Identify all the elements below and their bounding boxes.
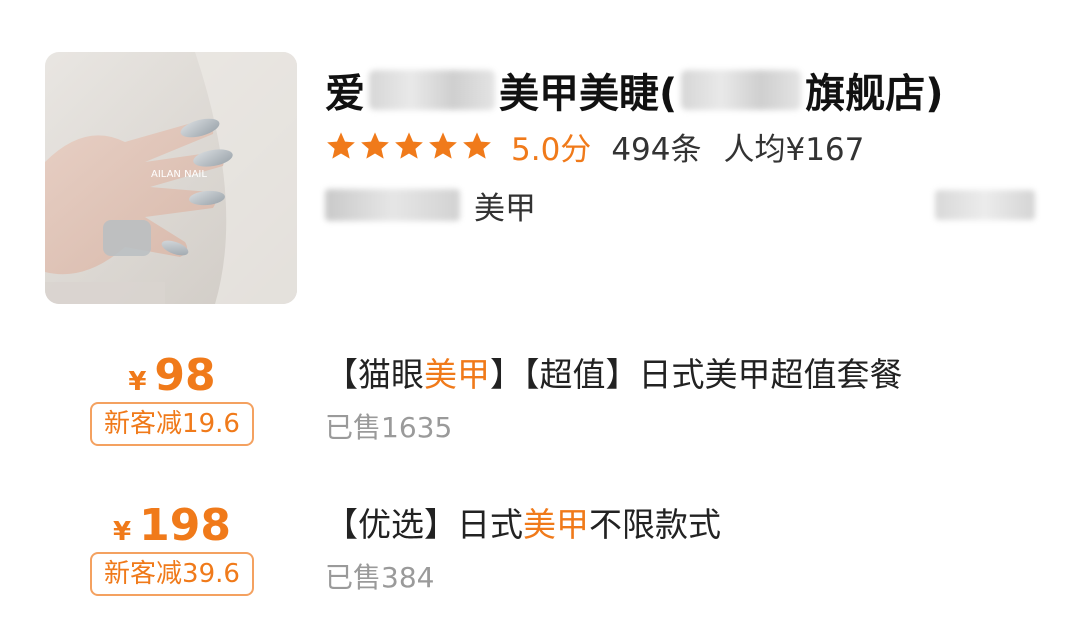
deal-price: ¥ 198 <box>88 500 256 551</box>
redacted-text <box>369 70 495 110</box>
redacted-text <box>681 70 802 110</box>
deal-title[interactable]: 【优选】日式美甲不限款式 <box>325 502 721 548</box>
deal-title-prefix: 【优选】日式 <box>325 505 523 544</box>
rating-score: 5.0分 <box>511 131 592 168</box>
new-customer-discount-badge: 新客减19.6 <box>90 402 254 446</box>
shop-thumbnail[interactable]: AILAN NAIL <box>45 52 297 304</box>
star-icon <box>429 132 457 159</box>
price-amount: 98 <box>154 350 216 401</box>
redacted-distance <box>935 190 1035 220</box>
shop-name-start: 爱 <box>325 71 365 117</box>
currency-symbol: ¥ <box>113 517 132 547</box>
deal-item[interactable]: ¥ 98 新客减19.6 【猫眼美甲】【超值】日式美甲超值套餐 已售1635 <box>0 350 1080 460</box>
deal-title-prefix: 【猫眼 <box>325 355 424 394</box>
location-row: 美甲 <box>325 182 536 228</box>
sold-count: 已售384 <box>325 561 435 594</box>
star-icon <box>463 132 491 159</box>
deal-price-column: ¥ 98 新客减19.6 <box>88 350 256 446</box>
deal-title[interactable]: 【猫眼美甲】【超值】日式美甲超值套餐 <box>325 352 903 398</box>
rating-row: 5.0分 494条 人均¥167 <box>325 124 864 168</box>
deal-price-column: ¥ 198 新客减39.6 <box>88 500 256 596</box>
deal-item[interactable]: ¥ 198 新客减39.6 【优选】日式美甲不限款式 已售384 <box>0 500 1080 610</box>
shop-name-middle: 美甲美睫( <box>499 71 678 117</box>
star-icon <box>361 132 389 159</box>
price-amount: 198 <box>139 500 231 551</box>
new-customer-discount-badge: 新客减39.6 <box>90 552 254 596</box>
deal-title-suffix: 】【超值】日式美甲超值套餐 <box>490 355 903 394</box>
deal-title-highlight: 美甲 <box>523 505 589 544</box>
deal-price: ¥ 98 <box>88 350 256 401</box>
deal-title-highlight: 美甲 <box>424 355 490 394</box>
currency-symbol: ¥ <box>128 367 147 397</box>
deal-title-suffix: 不限款式 <box>589 505 721 544</box>
nail-photo: AILAN NAIL <box>45 52 297 304</box>
rating-stars <box>325 130 493 162</box>
average-price: 人均¥167 <box>723 131 865 168</box>
redacted-location <box>325 189 460 221</box>
shop-category: 美甲 <box>474 190 536 227</box>
star-icon <box>327 132 355 159</box>
thumbnail-caption: AILAN NAIL <box>151 169 207 180</box>
star-icon <box>395 132 423 159</box>
shop-name[interactable]: 爱 美甲美睫( 旗舰店) <box>325 62 944 118</box>
sold-count: 已售1635 <box>325 411 453 444</box>
review-count[interactable]: 494条 <box>611 124 701 169</box>
shop-name-end: 旗舰店) <box>805 71 944 117</box>
